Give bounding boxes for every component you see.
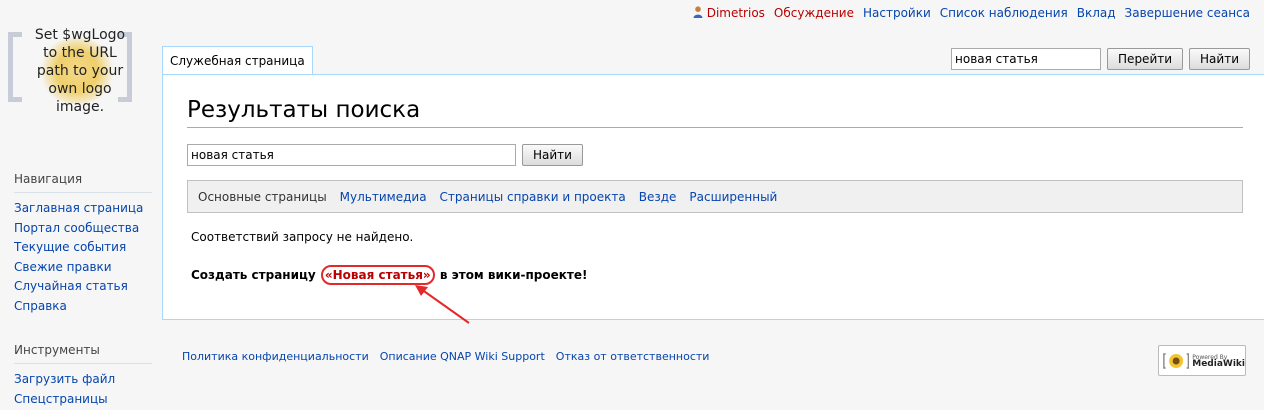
create-prefix: Создать страницу — [191, 268, 320, 282]
sidebar-navigation: Навигация Заглавная страница Портал сооб… — [14, 172, 152, 316]
go-button[interactable]: Перейти — [1107, 48, 1184, 70]
search-button[interactable]: Найти — [522, 144, 583, 166]
create-page-link[interactable]: «Новая статья» — [325, 268, 431, 282]
user-link[interactable]: Dimetrios — [693, 6, 765, 20]
annotation-arrow-icon — [415, 285, 470, 324]
sidebar-item-main-page[interactable]: Заглавная страница — [14, 201, 143, 215]
footer-about-link[interactable]: Описание QNAP Wiki Support — [380, 350, 545, 363]
footer-disclaimer-link[interactable]: Отказ от ответственности — [556, 350, 710, 363]
page-title: Результаты поиска — [187, 97, 1243, 128]
profile-advanced[interactable]: Расширенный — [689, 190, 777, 204]
sidebar-item-recent-changes[interactable]: Свежие правки — [14, 260, 112, 274]
content-area: Результаты поиска Найти Основные страниц… — [162, 74, 1264, 324]
footer-privacy-link[interactable]: Политика конфиденциальности — [182, 350, 369, 363]
footer-links: Политика конфиденциальности Описание QNA… — [182, 350, 709, 363]
sidebar-item-special-pages[interactable]: Спецстраницы — [14, 392, 108, 406]
personal-tools: Dimetrios Обсуждение Настройки Список на… — [693, 6, 1250, 20]
create-link-highlight: «Новая статья» — [320, 265, 435, 285]
user-icon — [693, 6, 703, 18]
tools-heading: Инструменты — [14, 343, 152, 364]
sidebar-item-community-portal[interactable]: Портал сообщества — [14, 221, 139, 235]
search-form: Найти — [187, 144, 583, 166]
create-page-line: Создать страницу «Новая статья» в этом в… — [191, 265, 587, 285]
profile-everywhere[interactable]: Везде — [639, 190, 677, 204]
powered-by-mediawiki-badge[interactable]: Powered By MediaWiki — [1158, 345, 1246, 376]
sidebar-item-help[interactable]: Справка — [14, 299, 67, 313]
sidebar-item-upload-file[interactable]: Загрузить файл — [14, 372, 115, 386]
search-input[interactable] — [187, 144, 516, 166]
preferences-link[interactable]: Настройки — [863, 6, 931, 20]
watchlist-link[interactable]: Список наблюдения — [940, 6, 1068, 20]
mediawiki-logo-icon — [1163, 352, 1190, 369]
navigation-heading: Навигация — [14, 172, 152, 193]
contributions-link[interactable]: Вклад — [1077, 6, 1116, 20]
sidebar-item-current-events[interactable]: Текущие события — [14, 240, 126, 254]
talk-link[interactable]: Обсуждение — [774, 6, 854, 20]
tab-special-page[interactable]: Служебная страница — [162, 46, 313, 74]
username-link[interactable]: Dimetrios — [707, 6, 765, 20]
header-search: Перейти Найти — [951, 48, 1250, 70]
create-suffix: в этом вики-проекте! — [435, 268, 588, 282]
sidebar-item-random-page[interactable]: Случайная статья — [14, 279, 128, 293]
powered-by-text: Powered By MediaWiki — [1192, 353, 1245, 369]
search-profiles: Основные страницы Мультимедиа Страницы с… — [187, 180, 1243, 213]
header-search-button[interactable]: Найти — [1189, 48, 1250, 70]
logout-link[interactable]: Завершение сеанса — [1125, 6, 1250, 20]
header-search-input[interactable] — [951, 48, 1102, 70]
profile-main-pages[interactable]: Основные страницы — [198, 190, 327, 204]
site-logo[interactable]: Set $wgLogo to the URL path to your own … — [0, 18, 160, 138]
sidebar-tools: Инструменты Загрузить файл Спецстраницы — [14, 343, 152, 409]
profile-help-pages[interactable]: Страницы справки и проекта — [440, 190, 626, 204]
no-results-message: Соответствий запросу не найдено. — [191, 230, 414, 244]
logo-text: Set $wgLogo to the URL path to your own … — [34, 27, 126, 115]
profile-multimedia[interactable]: Мультимедиа — [340, 190, 427, 204]
